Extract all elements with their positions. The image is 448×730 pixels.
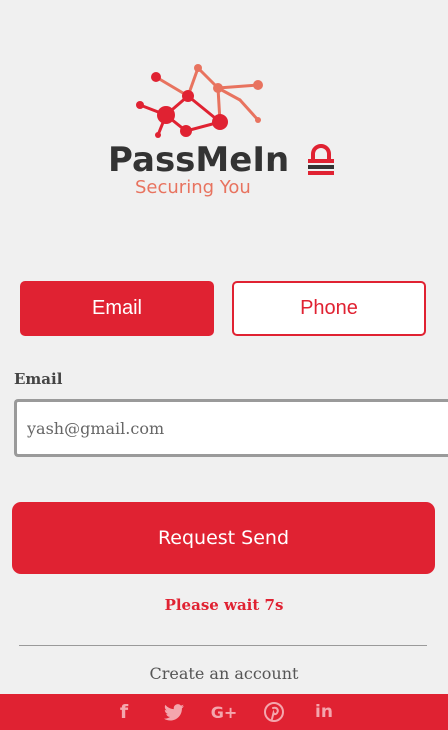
tab-phone[interactable]: Phone [232,281,426,336]
divider [19,645,427,646]
wait-status-text: Please wait 7s [164,596,284,614]
logo: PassMeIn Securing You [0,55,448,205]
linkedin-icon[interactable]: in [299,694,349,730]
network-graph-icon [136,64,263,138]
twitter-icon[interactable] [149,694,199,730]
brand-name: PassMeIn [108,140,290,180]
create-account-link[interactable]: Create an account [0,664,448,683]
tab-email[interactable]: Email [20,281,214,336]
email-input[interactable] [14,399,448,457]
google-plus-icon[interactable]: G+ [199,694,249,730]
social-footer: f G+ in [0,694,448,730]
facebook-icon[interactable]: f [99,694,149,730]
lock-icon [308,144,334,175]
request-send-button[interactable]: Request Send [12,502,435,574]
brand-tagline: Securing You [135,177,251,198]
email-field-label: Email [14,370,63,388]
pinterest-icon[interactable] [249,694,299,730]
